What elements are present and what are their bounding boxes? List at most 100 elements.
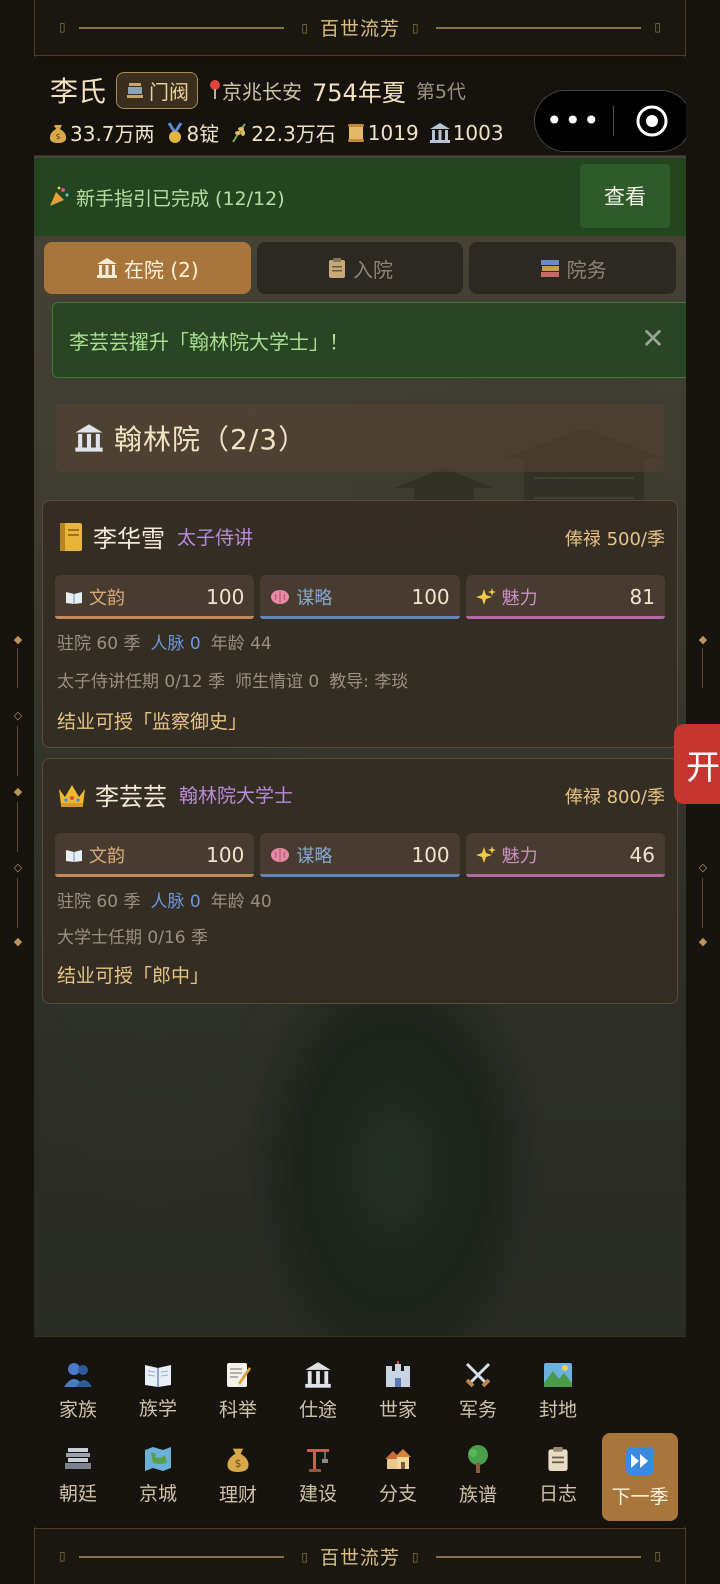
notebook-icon (57, 521, 85, 553)
family-icon (64, 1362, 92, 1387)
nav-branches[interactable]: 分支 (358, 1433, 438, 1517)
next-season-button[interactable]: 下一季 (602, 1433, 678, 1521)
tab-affairs[interactable]: 院务 (469, 242, 677, 294)
view-guide-button[interactable]: 查看 (580, 164, 670, 228)
book-icon (65, 590, 83, 604)
nav-log[interactable]: 日志 (518, 1433, 598, 1517)
scholar-salary: 俸禄 500/季 (564, 529, 665, 550)
diamond-ornament: ◆ (698, 633, 708, 646)
scholar-card[interactable]: 李华雪 太子侍讲 俸禄 500/季 文韵 100 谋略 100 魅力 81 驻院… (42, 500, 678, 748)
scholar-info-row: 驻院 60 季 人脉 0 年龄 44 (57, 634, 272, 654)
diamond-ornament: ◇ (698, 861, 708, 874)
stat-row: 文韵 100 谋略 100 魅力 46 (55, 833, 665, 877)
scholar-card[interactable]: 李芸芸 翰林院大学士 俸禄 800/季 文韵 100 谋略 100 魅力 46 … (42, 758, 678, 1004)
memo-icon (227, 1362, 251, 1387)
sparkles-icon (475, 587, 496, 607)
rank-badge[interactable]: 门阀 (116, 71, 199, 109)
figure-silhouette (244, 938, 544, 1398)
nav-construction[interactable]: 建设 (278, 1433, 358, 1517)
nav-family[interactable]: 家族 (38, 1349, 118, 1433)
scholar-name: 李华雪 (93, 525, 165, 553)
banner-title: 百世流芳 (311, 14, 408, 41)
tab-in-academy[interactable]: 在院 (2) (44, 242, 251, 294)
stat-value: 100 (206, 585, 245, 609)
nav-exam[interactable]: 科举 (198, 1349, 278, 1433)
diamond-ornament: ◇ (13, 861, 23, 874)
money-bag-icon: $ (227, 1448, 249, 1472)
close-icon[interactable]: ✕ (639, 325, 667, 353)
diamond-ornament: ◆ (13, 785, 23, 798)
clipboard-icon (327, 257, 347, 279)
graduation-note: 结业可授「监察御史」 (57, 711, 248, 733)
graduation-note: 结业可授「郎中」 (57, 965, 210, 987)
more-menu-button[interactable]: ••• (535, 107, 613, 135)
year-season: 754年夏 (312, 78, 406, 107)
medal-icon (165, 121, 185, 144)
diamond-ornament: ◆ (13, 935, 23, 948)
brain-icon (270, 589, 290, 605)
landscape-icon (544, 1362, 572, 1387)
stat-wenyun: 文韵 100 (55, 575, 255, 619)
main-panel: 李氏 门阀 京兆长安 754年夏 第5代 $ 33.7万两 8锭 22.3万石 … (34, 58, 686, 1526)
svg-text:$: $ (235, 1457, 242, 1469)
clipboard-icon (548, 1446, 568, 1471)
academy-tabs: 在院 (2) 入院 院务 (44, 242, 677, 294)
map-icon (145, 1446, 171, 1471)
nav-genealogy[interactable]: 族谱 (438, 1433, 518, 1517)
books-icon (539, 257, 561, 279)
promotion-notice: 李芸芸擢升「翰林院大学士」！ ✕ (52, 302, 686, 378)
building-icon (305, 1361, 331, 1388)
grain-resource: 22.3万石 (229, 118, 336, 147)
nav-finance[interactable]: $ 理财 (198, 1433, 278, 1517)
swords-icon (465, 1362, 491, 1387)
section-header: 翰林院（2/3） (56, 404, 664, 472)
nav-court[interactable]: 朝廷 (38, 1433, 118, 1517)
nav-military[interactable]: 军务 (438, 1349, 518, 1433)
gold-resource: 8锭 (165, 118, 219, 147)
nav-fief[interactable]: 封地 (518, 1349, 598, 1433)
nav-noble-families[interactable]: 世家 (358, 1349, 438, 1433)
nav-capital[interactable]: 京城 (118, 1433, 198, 1517)
tutorial-guide-bar: 新手指引已完成 (12/12) 查看 (34, 158, 686, 236)
diamond-ornament: ◆ (13, 633, 23, 646)
tab-admission[interactable]: 入院 (256, 242, 464, 294)
crane-icon (307, 1448, 329, 1472)
close-miniprogram-button[interactable] (614, 104, 687, 138)
scholar-salary: 俸禄 800/季 (564, 787, 665, 808)
scholar-name: 李芸芸 (95, 783, 167, 811)
scholar-info-row: 驻院 60 季 人脉 0 年龄 40 (57, 892, 272, 912)
stat-value: 100 (411, 843, 450, 867)
prestige-resource: 1003 (429, 121, 504, 145)
rank-label: 门阀 (149, 79, 190, 104)
silver-resource: $ 33.7万两 (48, 118, 155, 147)
fast-forward-icon (626, 1446, 654, 1475)
scroll-icon (346, 122, 366, 144)
court-icon (65, 1447, 91, 1469)
clan-name[interactable]: 李氏 (50, 70, 106, 110)
nav-clan-school[interactable]: 族学 (118, 1349, 198, 1433)
location: 京兆长安 (208, 76, 302, 105)
notice-text: 李芸芸擢升「翰林院大学士」！ (69, 329, 349, 354)
guide-status-text: 新手指引已完成 (12/12) (76, 187, 285, 210)
stat-row: 文韵 100 谋略 100 魅力 81 (55, 575, 665, 619)
stat-value: 100 (206, 843, 245, 867)
brain-icon (270, 847, 290, 863)
stat-strategy: 谋略 100 (260, 833, 460, 877)
side-open-tab[interactable]: 开 (674, 724, 720, 804)
building-icon (96, 257, 118, 279)
stat-value: 100 (411, 585, 450, 609)
sparkles-icon (475, 845, 496, 865)
bottom-banner: ▯ ▯ 百世流芳 ▯ ▯ (34, 1528, 686, 1584)
crown-icon (57, 781, 87, 809)
scroll-resource: 1019 (346, 121, 419, 145)
svg-text:$: $ (55, 132, 60, 141)
pin-icon (208, 79, 222, 101)
diamond-ornament: ◇ (13, 709, 23, 722)
houses-icon (385, 1448, 411, 1469)
generation: 第5代 (415, 80, 466, 103)
nav-career[interactable]: 仕途 (278, 1349, 358, 1433)
building-icon (429, 122, 451, 144)
section-title: 翰林院（2/3） (114, 423, 308, 456)
target-icon (636, 105, 668, 137)
miniprogram-capsule: ••• (534, 90, 686, 152)
